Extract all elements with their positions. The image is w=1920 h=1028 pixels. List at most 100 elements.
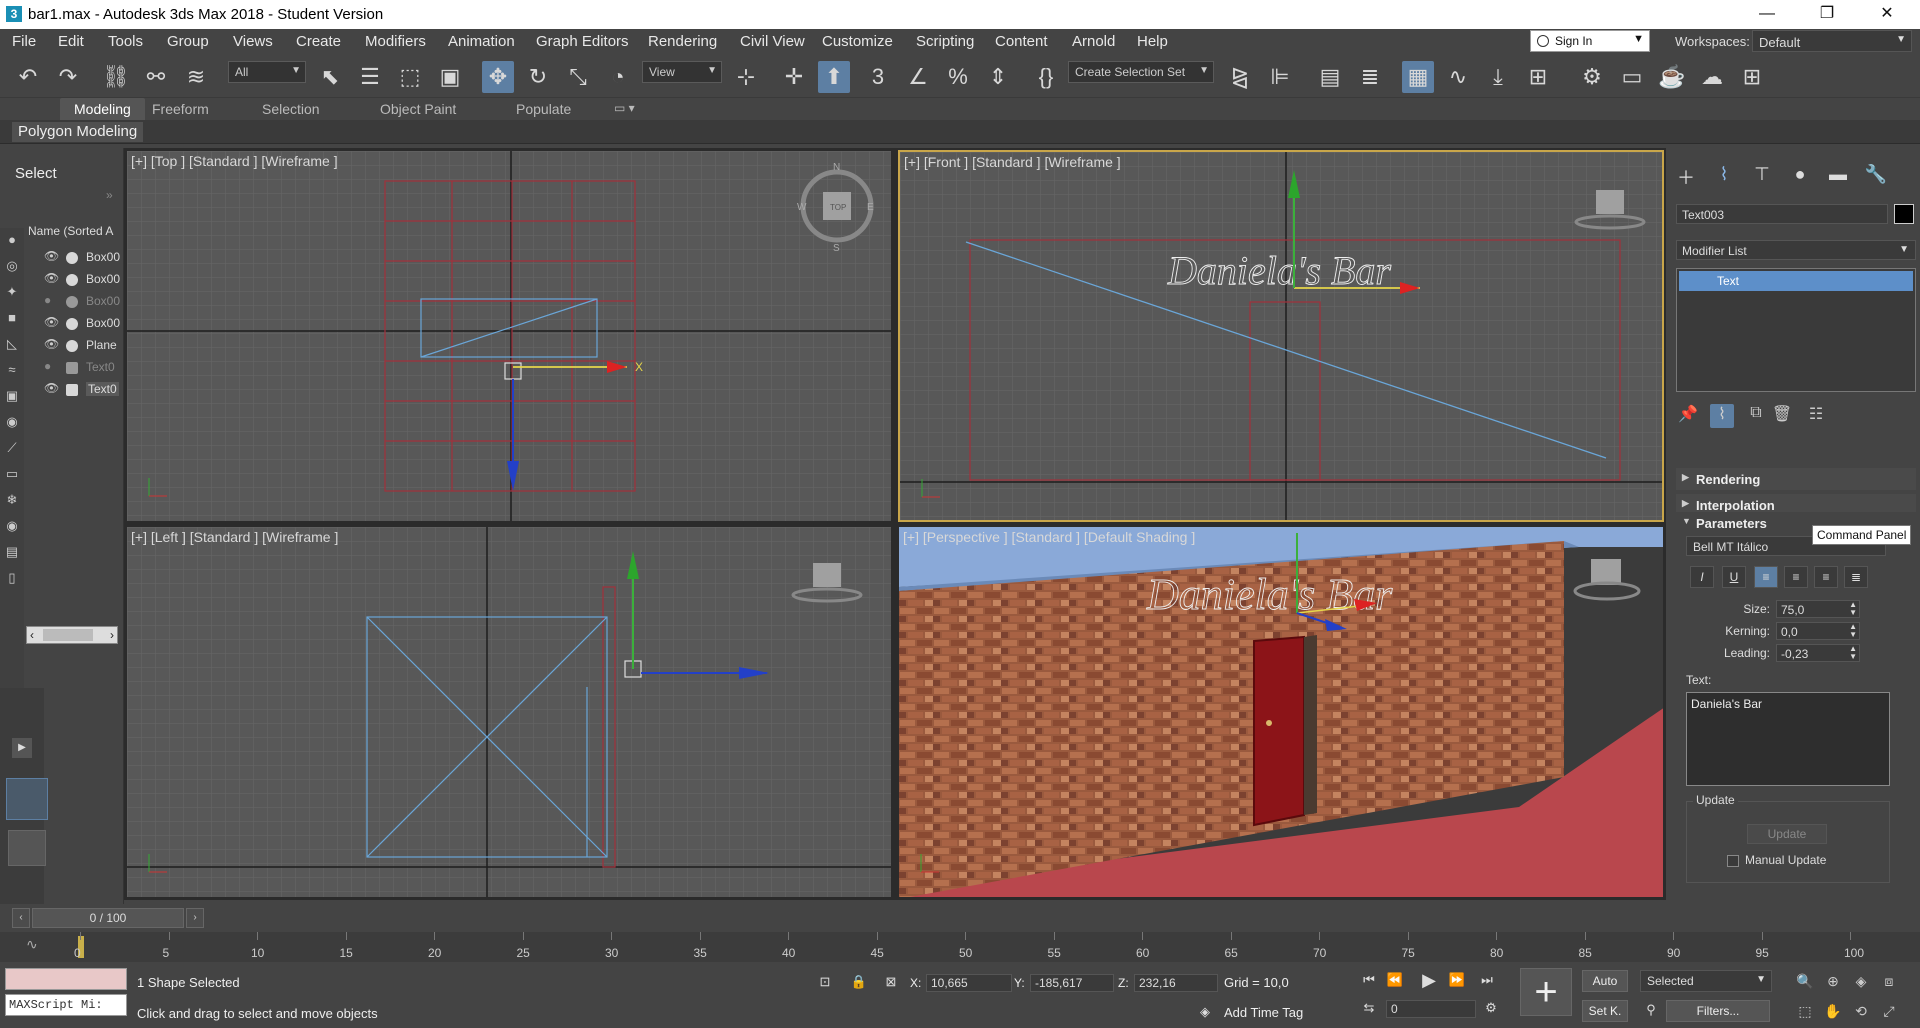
select-manipulate-icon[interactable]: ✛: [778, 61, 810, 93]
zoom-extents-all-icon[interactable]: ⧈: [1878, 970, 1900, 992]
eye-icon[interactable]: ●: [44, 293, 60, 307]
frozen-filter-icon[interactable]: ❄: [4, 492, 20, 508]
explorer-mode-label[interactable]: Select: [15, 165, 57, 182]
maxscript-listener-mini[interactable]: [5, 968, 127, 990]
workspace-dropdown[interactable]: Default ▼: [1752, 30, 1912, 52]
update-button[interactable]: Update: [1747, 824, 1827, 844]
lights-filter-icon[interactable]: ✦: [4, 284, 20, 300]
groups-filter-icon[interactable]: ▣: [4, 388, 20, 404]
chevron-left-icon[interactable]: ‹: [12, 908, 30, 928]
orbit-icon[interactable]: ⟲: [1850, 1000, 1872, 1022]
unlink-icon[interactable]: ⚯: [140, 61, 172, 93]
viewport-front[interactable]: Daniela's Bar [+] [Front ] [Standard ] […: [898, 150, 1664, 522]
field-of-view-icon[interactable]: ⬚: [1794, 1000, 1816, 1022]
viewport-top-label[interactable]: [+] [Top ] [Standard ] [Wireframe ]: [131, 153, 338, 169]
menu-scripting[interactable]: Scripting: [916, 33, 974, 50]
menu-views[interactable]: Views: [233, 33, 273, 50]
bind-space-warp-icon[interactable]: ≋: [180, 61, 212, 93]
create-tab-icon[interactable]: ＋: [1672, 164, 1700, 188]
menu-arnold[interactable]: Arnold: [1072, 33, 1115, 50]
eye-icon[interactable]: 👁: [44, 271, 60, 285]
menu-graph-editors[interactable]: Graph Editors: [536, 33, 629, 50]
maxscript-input[interactable]: MAXScript Mi:: [5, 994, 127, 1016]
list-item[interactable]: ● Box00: [44, 292, 120, 312]
rollout-rendering[interactable]: ▶ Rendering: [1676, 468, 1916, 490]
eye-icon[interactable]: 👁: [44, 315, 60, 329]
scale-icon[interactable]: ⤡: [562, 61, 594, 93]
eye-icon[interactable]: 👁: [44, 249, 60, 263]
menu-tools[interactable]: Tools: [108, 33, 143, 50]
spinner-arrows-icon[interactable]: ▲ ▼: [1849, 645, 1857, 661]
go-to-end-icon[interactable]: ⏭: [1476, 970, 1498, 990]
key-filters-icon[interactable]: ⚲: [1640, 1000, 1662, 1020]
x-coordinate-field[interactable]: 10,665: [926, 974, 1012, 992]
align-icon[interactable]: ⊫: [1264, 61, 1296, 93]
create-selection-set-dropdown[interactable]: Create Selection Set ▼: [1068, 61, 1214, 83]
xrefs-filter-icon[interactable]: ◉: [4, 414, 20, 430]
ribbon-options-icon[interactable]: ▭ ▾: [614, 101, 635, 115]
tab-modeling[interactable]: Modeling: [60, 98, 145, 120]
previous-frame-icon[interactable]: ⏪: [1384, 970, 1406, 990]
rectangle-selection-icon[interactable]: ⬚: [394, 61, 426, 93]
minimize-button[interactable]: —: [1744, 2, 1790, 26]
list-item[interactable]: 👁 Text0: [44, 380, 120, 400]
rendered-frame-window-icon[interactable]: ▭: [1616, 61, 1648, 93]
use-pivot-icon[interactable]: ⊹: [730, 61, 762, 93]
text-input[interactable]: Daniela's Bar: [1686, 692, 1890, 786]
undo-icon[interactable]: ↶: [12, 61, 44, 93]
modify-tab-icon[interactable]: ⌇: [1710, 164, 1738, 188]
layers-icon[interactable]: ≣: [1354, 61, 1386, 93]
double-chevron-icon[interactable]: »: [106, 188, 113, 202]
list-item[interactable]: ● Text0: [44, 358, 120, 378]
spacewarps-filter-icon[interactable]: ≈: [4, 362, 20, 378]
time-configuration-icon[interactable]: ⚙: [1480, 998, 1502, 1018]
stack-item-text[interactable]: Text: [1679, 271, 1913, 291]
mirror-icon[interactable]: ⧎: [1224, 61, 1256, 93]
render-setup-icon[interactable]: ⚙: [1576, 61, 1608, 93]
chevron-right-icon[interactable]: ›: [110, 628, 114, 642]
underline-button[interactable]: U: [1722, 566, 1746, 588]
eye-icon[interactable]: 👁: [44, 337, 60, 351]
menu-rendering[interactable]: Rendering: [648, 33, 717, 50]
menu-customize[interactable]: Customize: [822, 33, 893, 50]
make-unique-icon[interactable]: ⧉: [1744, 404, 1768, 428]
edit-named-selection-icon[interactable]: {}: [1030, 61, 1062, 93]
zoom-extents-icon[interactable]: ◈: [1850, 970, 1872, 992]
isolate-selection-icon[interactable]: ⊡: [814, 972, 836, 992]
spinner-arrows-icon[interactable]: ▲ ▼: [1849, 623, 1857, 639]
scrollbar-thumb[interactable]: [43, 629, 93, 641]
tab-object-paint[interactable]: Object Paint: [380, 101, 456, 117]
key-filter-dropdown[interactable]: Selected ▼: [1640, 970, 1772, 992]
viewport-layout-single-icon[interactable]: [8, 830, 46, 866]
viewport-layout-four-icon[interactable]: [6, 778, 48, 820]
selection-lock-icon[interactable]: 🔒: [848, 972, 870, 992]
show-end-result-icon[interactable]: ⌇: [1710, 404, 1734, 428]
viewport-perspective-label[interactable]: [+] [Perspective ] [Standard ] [Default …: [903, 529, 1195, 545]
time-slider[interactable]: 0 / 100: [32, 908, 184, 928]
layer-filter-icon[interactable]: ▤: [4, 544, 20, 560]
window-crossing-icon[interactable]: ▣: [434, 61, 466, 93]
menu-help[interactable]: Help: [1137, 33, 1168, 50]
viewport-front-label[interactable]: [+] [Front ] [Standard ] [Wireframe ]: [904, 154, 1121, 170]
y-coordinate-field[interactable]: -185,617: [1030, 974, 1114, 992]
helpers-filter-icon[interactable]: ◺: [4, 336, 20, 352]
menu-modifiers[interactable]: Modifiers: [365, 33, 426, 50]
tab-freeform[interactable]: Freeform: [152, 101, 209, 117]
layer-explorer-icon[interactable]: ▤: [1314, 61, 1346, 93]
sign-in-dropdown[interactable]: Sign In ▼: [1530, 30, 1650, 52]
object-color-swatch[interactable]: [1894, 204, 1914, 224]
align-left-button[interactable]: ≡: [1754, 566, 1778, 588]
horizontal-scrollbar[interactable]: ‹ ›: [26, 626, 118, 644]
ribbon-toggle-icon[interactable]: ▦: [1402, 61, 1434, 93]
menu-edit[interactable]: Edit: [58, 33, 84, 50]
menu-civil-view[interactable]: Civil View: [740, 33, 805, 50]
set-key-mode-button[interactable]: Set K.: [1582, 1000, 1628, 1022]
filters-button[interactable]: Filters...: [1666, 1000, 1770, 1022]
containers-filter-icon[interactable]: ▭: [4, 466, 20, 482]
viewport-left-label[interactable]: [+] [Left ] [Standard ] [Wireframe ]: [131, 529, 338, 545]
hidden-filter-icon[interactable]: ◉: [4, 518, 20, 534]
align-center-button[interactable]: ≡: [1784, 566, 1808, 588]
menu-content[interactable]: Content: [995, 33, 1048, 50]
percent-snap-icon[interactable]: %: [942, 61, 974, 93]
justify-button[interactable]: ≣: [1844, 566, 1868, 588]
